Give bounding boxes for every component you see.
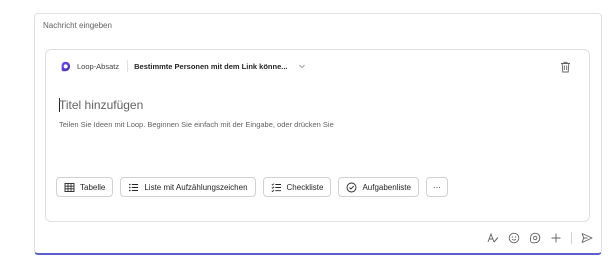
loop-app-label: Loop-Absatz <box>77 61 120 71</box>
compose-toolbar <box>487 232 593 244</box>
loop-component-icon[interactable] <box>529 232 541 244</box>
insert-checklist-button[interactable]: Checkliste <box>262 177 332 197</box>
more-icon: ··· <box>432 182 441 192</box>
insert-bulleted-list-button[interactable]: Liste mit Aufzählungszeichen <box>120 177 256 197</box>
emoji-icon[interactable] <box>508 232 520 244</box>
chip-label: Checkliste <box>286 182 324 192</box>
message-composer[interactable]: Nachricht eingeben Loop-Absatz Bestimmte <box>34 13 602 255</box>
insert-table-button[interactable]: Tabelle <box>56 177 114 197</box>
delete-icon[interactable] <box>560 61 571 73</box>
chip-label: Tabelle <box>80 182 106 192</box>
loop-title-input[interactable]: Titel hinzufügen <box>59 98 143 112</box>
insert-options: Tabelle Liste mit Aufzählungszeichen Che… <box>56 177 448 197</box>
header-divider <box>127 60 129 72</box>
task-list-icon <box>346 182 357 193</box>
send-icon[interactable] <box>581 232 593 244</box>
sharing-permission-button[interactable]: Bestimmte Personen mit dem Link könne... <box>134 62 287 71</box>
bulleted-list-icon <box>128 182 139 193</box>
loop-card-header: Loop-Absatz Bestimmte Personen mit dem L… <box>46 50 589 82</box>
loop-body-hint[interactable]: Teilen Sie Ideen mit Loop. Beginnen Sie … <box>59 120 334 129</box>
loop-component-card: Loop-Absatz Bestimmte Personen mit dem L… <box>45 49 590 222</box>
checklist-icon <box>271 182 282 193</box>
table-icon <box>64 182 75 193</box>
add-icon[interactable] <box>550 232 562 244</box>
insert-task-list-button[interactable]: Aufgabenliste <box>338 177 419 197</box>
message-placeholder[interactable]: Nachricht eingeben <box>43 21 112 30</box>
chip-label: Liste mit Aufzählungszeichen <box>144 182 248 192</box>
format-icon[interactable] <box>487 232 499 244</box>
chip-label: Aufgabenliste <box>362 182 411 192</box>
loop-logo-icon <box>60 61 71 72</box>
more-options-button[interactable]: ··· <box>425 177 448 197</box>
chevron-down-icon[interactable] <box>298 62 306 70</box>
toolbar-divider <box>571 232 572 244</box>
